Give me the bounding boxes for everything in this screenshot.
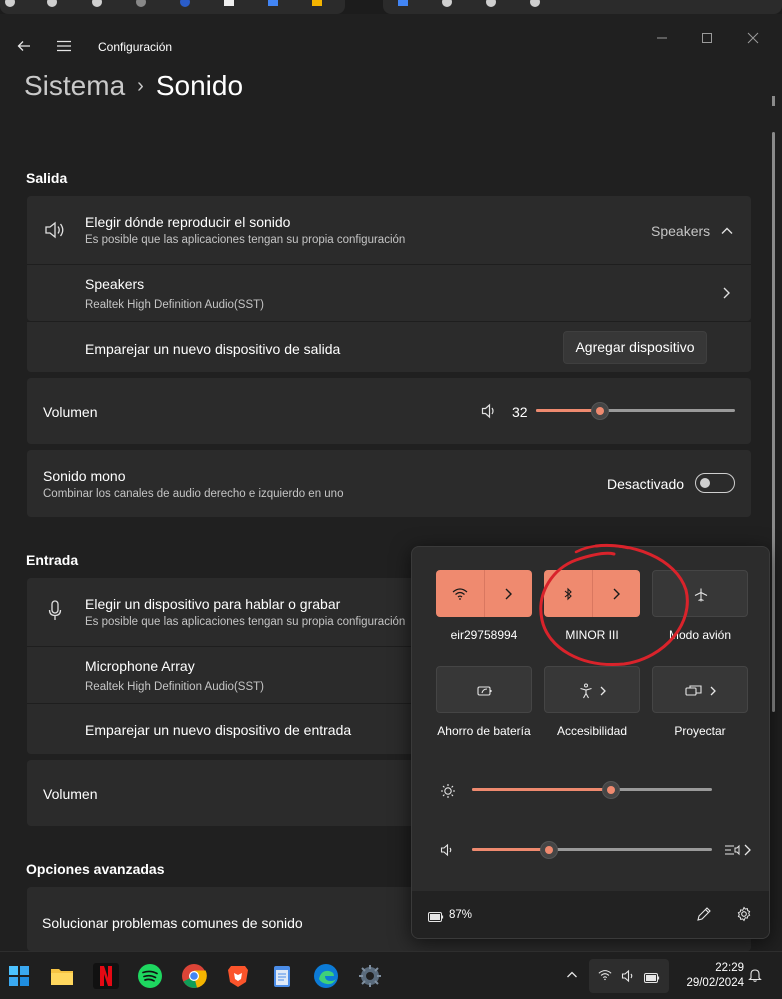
- audio-output-selector-icon[interactable]: [724, 842, 752, 863]
- scrollbar-thumb[interactable]: [772, 132, 775, 712]
- volume-slider-fill: [472, 848, 549, 851]
- chevron-up-icon[interactable]: [720, 224, 734, 242]
- clock[interactable]: 22:29 29/02/2024: [676, 961, 744, 991]
- output-volume-label: Volumen: [43, 404, 98, 420]
- minimize-icon[interactable]: [656, 32, 668, 48]
- netflix-icon[interactable]: [93, 963, 119, 989]
- accessibility-chevron-right-icon: [600, 686, 606, 695]
- settings-app-icon[interactable]: [357, 963, 383, 989]
- spotify-icon[interactable]: [137, 963, 163, 989]
- battery-icon: [644, 971, 660, 987]
- project-tile[interactable]: [652, 666, 748, 713]
- battery-saver-icon: [437, 667, 533, 714]
- project-chevron-right-icon: [710, 686, 716, 695]
- input-device-name[interactable]: Microphone Array: [85, 658, 195, 674]
- brightness-slider-fill: [472, 788, 611, 791]
- notepad-icon[interactable]: [269, 963, 295, 989]
- edge-icon[interactable]: [313, 963, 339, 989]
- speaker-icon: [44, 220, 66, 245]
- choose-input-title: Elegir un dispositivo para hablar o grab…: [85, 596, 341, 612]
- add-device-button[interactable]: Agregar dispositivo: [563, 331, 707, 364]
- project-icon: [685, 684, 702, 696]
- battery-saver-tile-label: Ahorro de batería: [437, 724, 531, 738]
- project-tile-content: [653, 667, 749, 714]
- battery-saver-tile[interactable]: [436, 666, 532, 713]
- volume-slider-thumb[interactable]: [540, 841, 558, 859]
- start-button[interactable]: [6, 963, 32, 989]
- battery-percentage: 87%: [449, 909, 473, 921]
- volume-icon: [440, 843, 454, 862]
- chevron-up-icon[interactable]: [566, 968, 578, 984]
- microphone-icon: [48, 600, 62, 627]
- mono-audio-subtitle: Combinar los canales de audio derecho e …: [43, 488, 344, 500]
- wifi-chevron-right-icon[interactable]: [484, 570, 532, 617]
- breadcrumb-parent[interactable]: Sistema: [24, 70, 125, 101]
- chrome-icon[interactable]: [181, 963, 207, 989]
- pair-input-label: Emparejar un nuevo dispositivo de entrad…: [85, 722, 352, 738]
- choose-output-title: Elegir dónde reproducir el sonido: [85, 214, 291, 230]
- tab-favicon: [224, 0, 234, 6]
- breadcrumb: Sistema › Sonido: [24, 68, 243, 107]
- back-arrow-icon[interactable]: [16, 38, 32, 58]
- chevron-right-icon[interactable]: [720, 286, 732, 305]
- clock-time: 22:29: [715, 962, 744, 974]
- volume-icon: [481, 403, 497, 424]
- mono-audio-toggle[interactable]: [695, 473, 735, 493]
- selected-output-value[interactable]: Speakers: [651, 223, 710, 239]
- pair-output-label: Emparejar un nuevo dispositivo de salida: [85, 341, 341, 357]
- wifi-tile-label: eir29758994: [450, 628, 518, 642]
- project-tile-label: Proyectar: [674, 724, 726, 738]
- tab-favicon: [398, 0, 408, 6]
- brightness-slider-thumb[interactable]: [602, 781, 620, 799]
- output-device-driver: Realtek High Definition Audio(SST): [85, 299, 264, 311]
- output-volume-slider-thumb[interactable]: [591, 402, 609, 420]
- output-volume-value: 32: [512, 404, 528, 420]
- section-title-advanced: Opciones avanzadas: [26, 861, 165, 877]
- wifi-tile[interactable]: [436, 570, 532, 617]
- system-tray[interactable]: [589, 959, 669, 993]
- output-device-name[interactable]: Speakers: [85, 276, 144, 292]
- tab-favicon: [312, 0, 322, 6]
- breadcrumb-separator: ›: [137, 75, 144, 97]
- accessibility-tile-content: [545, 667, 641, 714]
- input-volume-label: Volumen: [43, 786, 98, 802]
- choose-input-subtitle: Es posible que las aplicaciones tengan s…: [85, 616, 406, 628]
- maximize-icon[interactable]: [701, 32, 713, 48]
- close-icon[interactable]: [747, 32, 759, 48]
- section-title-output: Salida: [26, 170, 68, 186]
- tab-favicon: [268, 0, 278, 6]
- notification-bell-icon[interactable]: [748, 967, 762, 987]
- accessibility-icon: [580, 683, 592, 698]
- troubleshoot-label[interactable]: Solucionar problemas comunes de sonido: [42, 915, 303, 931]
- app-title: Configuración: [98, 40, 173, 54]
- wifi-icon[interactable]: [436, 570, 484, 617]
- divider: [27, 264, 751, 265]
- clock-date: 29/02/2024: [686, 977, 744, 989]
- file-explorer-icon[interactable]: [49, 963, 75, 989]
- edit-pencil-icon[interactable]: [696, 906, 712, 927]
- brave-icon[interactable]: [225, 963, 251, 989]
- accessibility-tile-label: Accesibilidad: [556, 724, 628, 738]
- choose-output-subtitle: Es posible que las aplicaciones tengan s…: [85, 234, 406, 246]
- background-tab-strip: [0, 0, 782, 14]
- section-title-input: Entrada: [26, 552, 79, 568]
- red-annotation-circle: [539, 543, 689, 667]
- brightness-icon: [440, 783, 456, 804]
- settings-gear-icon[interactable]: [736, 906, 752, 927]
- taskbar: 22:29 29/02/2024: [0, 951, 782, 999]
- mono-audio-title: Sonido mono: [43, 468, 126, 484]
- speaker-icon: [621, 969, 635, 987]
- wifi-icon: [598, 969, 612, 985]
- hamburger-menu-icon[interactable]: [56, 38, 72, 58]
- mono-audio-state: Desactivado: [607, 476, 685, 492]
- input-device-driver: Realtek High Definition Audio(SST): [85, 681, 264, 693]
- page-title: Sonido: [155, 70, 244, 101]
- accessibility-tile[interactable]: [544, 666, 640, 713]
- battery-icon[interactable]: [428, 909, 444, 927]
- scrollbar-arrow[interactable]: [772, 96, 775, 106]
